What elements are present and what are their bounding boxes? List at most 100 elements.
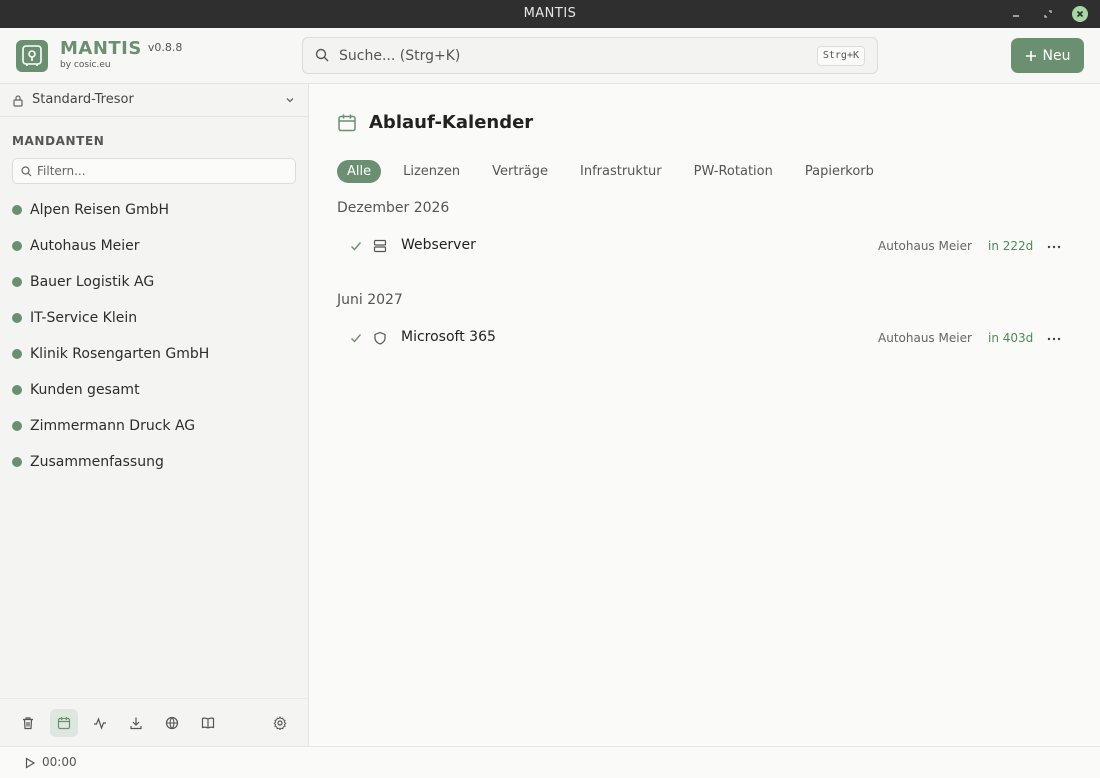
tab-infrastruktur[interactable]: Infrastruktur bbox=[570, 160, 672, 183]
client-filter-placeholder: Filtern... bbox=[37, 164, 86, 178]
download-icon bbox=[130, 717, 142, 730]
month-group-label: Juni 2027 bbox=[337, 292, 403, 308]
clients-section-title: MANDANTEN bbox=[12, 134, 105, 148]
timer-readout: 00:00 bbox=[42, 755, 77, 769]
expiry-row[interactable]: Microsoft 365 Autohaus Meier in 403d bbox=[337, 321, 1077, 357]
expiry-item-due: in 403d bbox=[988, 331, 1034, 345]
client-item[interactable]: Alpen Reisen GmbH bbox=[0, 192, 308, 228]
vault-logo-icon bbox=[22, 45, 42, 66]
row-actions-button[interactable] bbox=[1046, 331, 1062, 347]
client-item[interactable]: Klinik Rosengarten GmbH bbox=[0, 336, 308, 372]
window-titlebar: MANTIS bbox=[0, 0, 1100, 28]
tab-pw-rotation[interactable]: PW-Rotation bbox=[684, 160, 783, 183]
more-icon bbox=[1047, 245, 1061, 249]
client-name: Autohaus Meier bbox=[30, 238, 140, 254]
calendar-button[interactable] bbox=[50, 709, 78, 737]
gear-icon bbox=[273, 716, 287, 730]
calendar-icon bbox=[338, 114, 356, 131]
client-status-dot bbox=[12, 385, 22, 395]
tab-alle[interactable]: Alle bbox=[337, 160, 382, 183]
row-actions-button[interactable] bbox=[1046, 239, 1062, 255]
trash-icon bbox=[23, 717, 33, 730]
client-name: Klinik Rosengarten GmbH bbox=[30, 346, 210, 362]
client-list: Alpen Reisen GmbH Autohaus Meier Bauer L… bbox=[0, 192, 308, 480]
client-item[interactable]: Autohaus Meier bbox=[0, 228, 308, 264]
client-status-dot bbox=[12, 313, 22, 323]
activity-icon bbox=[94, 717, 106, 730]
client-status-dot bbox=[12, 205, 22, 215]
app-version: v0.8.8 bbox=[147, 41, 183, 54]
download-button[interactable] bbox=[122, 709, 150, 737]
search-icon bbox=[21, 166, 32, 177]
search-placeholder: Suche... (Strg+K) bbox=[339, 48, 461, 64]
chevron-down-icon bbox=[286, 98, 294, 103]
filter-tabs: Alle Lizenzen Verträge Infrastruktur PW-… bbox=[337, 160, 896, 183]
client-filter-input[interactable]: Filtern... bbox=[12, 158, 296, 184]
calendar-icon bbox=[57, 717, 71, 730]
client-status-dot bbox=[12, 421, 22, 431]
minimize-button[interactable] bbox=[1008, 6, 1024, 22]
page-header: Ablauf-Kalender bbox=[337, 112, 533, 133]
globe-icon bbox=[165, 716, 179, 730]
expiry-item-client: Autohaus Meier bbox=[878, 331, 972, 345]
activity-button[interactable] bbox=[86, 709, 114, 737]
client-name: Zimmermann Druck AG bbox=[30, 418, 196, 434]
client-item[interactable]: Kunden gesamt bbox=[0, 372, 308, 408]
search-bar[interactable]: Suche... (Strg+K) Strg+K bbox=[302, 37, 878, 74]
play-icon[interactable] bbox=[24, 757, 36, 769]
check-icon bbox=[351, 242, 362, 251]
new-button[interactable]: Neu bbox=[1011, 38, 1084, 73]
client-item[interactable]: Zimmermann Druck AG bbox=[0, 408, 308, 444]
client-item[interactable]: Bauer Logistik AG bbox=[0, 264, 308, 300]
client-name: IT-Service Klein bbox=[30, 310, 138, 326]
vault-selector[interactable]: Standard-Tresor bbox=[0, 84, 308, 117]
client-status-dot bbox=[12, 457, 22, 467]
close-icon bbox=[1076, 10, 1084, 18]
client-status-dot bbox=[12, 349, 22, 359]
app-vendor: by cosic.eu bbox=[60, 60, 111, 70]
sidebar-toolbar bbox=[0, 698, 308, 746]
restore-icon bbox=[1044, 10, 1052, 18]
close-button[interactable] bbox=[1072, 6, 1088, 22]
expiry-item-name: Microsoft 365 bbox=[401, 329, 496, 345]
expiry-row[interactable]: Webserver Autohaus Meier in 222d bbox=[337, 229, 1077, 265]
globe-button[interactable] bbox=[158, 709, 186, 737]
search-icon bbox=[315, 48, 329, 62]
new-button-label: Neu bbox=[1042, 47, 1071, 64]
settings-button[interactable] bbox=[266, 709, 294, 737]
expiry-item-name: Webserver bbox=[401, 237, 476, 253]
expiry-item-due: in 222d bbox=[988, 239, 1034, 253]
client-name: Alpen Reisen GmbH bbox=[30, 202, 170, 218]
shield-icon bbox=[374, 331, 386, 345]
client-item[interactable]: Zusammenfassung bbox=[0, 444, 308, 480]
docs-button[interactable] bbox=[194, 709, 222, 737]
tab-vertraege[interactable]: Verträge bbox=[482, 160, 558, 183]
server-icon bbox=[373, 239, 387, 253]
client-item[interactable]: IT-Service Klein bbox=[0, 300, 308, 336]
window-title: MANTIS bbox=[523, 6, 577, 21]
more-icon bbox=[1047, 337, 1061, 341]
vault-name: Standard-Tresor bbox=[32, 92, 134, 107]
app-header: MANTIS v0.8.8 by cosic.eu Suche... (Strg+… bbox=[0, 28, 1100, 84]
lock-icon bbox=[13, 95, 23, 107]
app-logo bbox=[16, 40, 48, 72]
client-name: Bauer Logistik AG bbox=[30, 274, 155, 290]
client-status-dot bbox=[12, 277, 22, 287]
tab-lizenzen[interactable]: Lizenzen bbox=[393, 160, 470, 183]
client-status-dot bbox=[12, 241, 22, 251]
month-group-label: Dezember 2026 bbox=[337, 200, 450, 216]
plus-icon bbox=[1025, 50, 1036, 61]
trash-button[interactable] bbox=[14, 709, 42, 737]
brand: MANTIS v0.8.8 by cosic.eu bbox=[60, 38, 182, 70]
app-name: MANTIS bbox=[60, 38, 142, 59]
page-title: Ablauf-Kalender bbox=[369, 112, 534, 133]
status-bar: 00:00 bbox=[0, 746, 1100, 778]
client-name: Zusammenfassung bbox=[30, 454, 164, 470]
maximize-button[interactable] bbox=[1040, 6, 1056, 22]
tab-papierkorb[interactable]: Papierkorb bbox=[795, 160, 884, 183]
sidebar: Standard-Tresor MANDANTEN Filtern... Alp… bbox=[0, 84, 309, 746]
book-icon bbox=[201, 717, 215, 729]
expiry-item-client: Autohaus Meier bbox=[878, 239, 972, 253]
client-name: Kunden gesamt bbox=[30, 382, 140, 398]
main-content: Ablauf-Kalender Alle Lizenzen Verträge I… bbox=[309, 84, 1100, 746]
